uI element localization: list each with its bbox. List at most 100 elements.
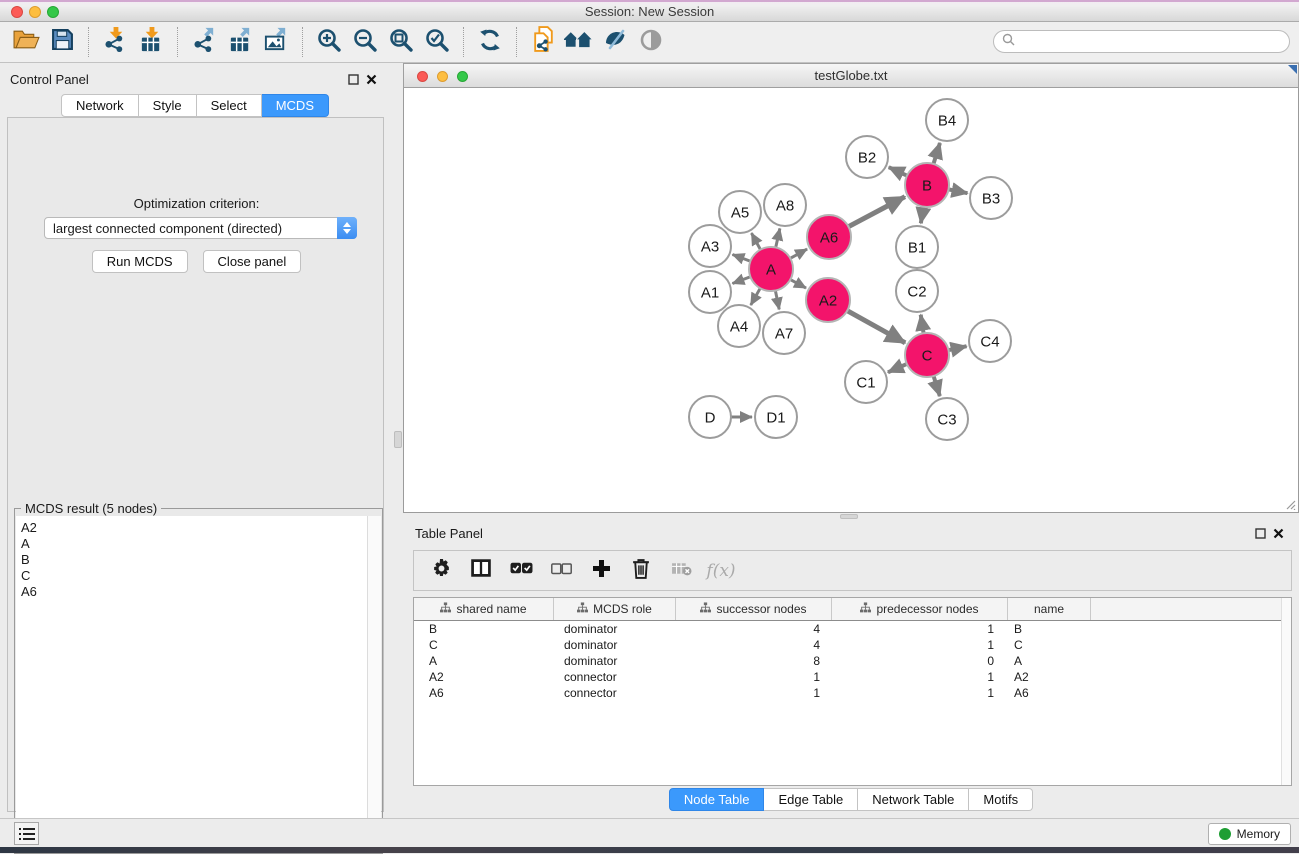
network-canvas[interactable]: B4B2BB3A8A5A6A3B1AC2A1A2A4A7C4CC1C3DD1 — [403, 88, 1299, 513]
refresh-button[interactable] — [472, 24, 508, 60]
table-row[interactable]: Adominator80A — [414, 653, 1291, 669]
edge-C-C4[interactable] — [948, 346, 966, 350]
tab-motifs[interactable]: Motifs — [969, 788, 1033, 811]
function-builder-button[interactable]: f(x) — [706, 556, 736, 586]
memory-button[interactable]: Memory — [1208, 823, 1291, 845]
export-image-button[interactable] — [258, 24, 294, 60]
delete-table-button[interactable] — [666, 556, 696, 586]
open-session-button[interactable] — [8, 24, 44, 60]
table-scrollbar[interactable] — [1281, 598, 1291, 785]
column-header-name[interactable]: name — [1008, 598, 1091, 620]
maximize-network-button[interactable] — [457, 71, 468, 82]
hide-details-button[interactable] — [597, 24, 633, 60]
node-table[interactable]: shared nameMCDS rolesuccessor nodesprede… — [413, 597, 1292, 786]
edge-B-B1[interactable] — [921, 207, 924, 224]
select-all-icon — [510, 562, 533, 580]
edge-B-B2[interactable] — [889, 167, 907, 176]
table-row[interactable]: A6connector11A6 — [414, 685, 1291, 701]
vertical-divider-grip[interactable] — [394, 431, 402, 448]
zoom-selected-button[interactable] — [419, 24, 455, 60]
table-row[interactable]: A2connector11A2 — [414, 669, 1291, 685]
show-columns-button[interactable] — [466, 556, 496, 586]
close-panel-button[interactable]: Close panel — [203, 250, 302, 273]
edge-A-A2[interactable] — [790, 280, 806, 289]
tab-mcds[interactable]: MCDS — [262, 94, 329, 117]
task-history-button[interactable] — [14, 822, 39, 845]
tab-node-table[interactable]: Node Table — [669, 788, 765, 811]
list-item[interactable]: A — [21, 536, 367, 552]
table-row[interactable]: Cdominator41C — [414, 637, 1291, 653]
minimize-window-button[interactable] — [29, 6, 41, 18]
edge-A-A4[interactable] — [751, 288, 760, 305]
column-header-predecessor-nodes[interactable]: predecessor nodes — [832, 598, 1008, 620]
zoom-out-button[interactable] — [347, 24, 383, 60]
table-settings-button[interactable] — [426, 556, 456, 586]
tab-select[interactable]: Select — [197, 94, 262, 117]
show-details-button[interactable] — [633, 24, 669, 60]
add-row-button[interactable] — [586, 556, 616, 586]
list-item[interactable]: C — [21, 568, 367, 584]
edge-C-C3[interactable] — [934, 376, 940, 396]
edge-A-A7[interactable] — [775, 291, 779, 310]
column-header-shared-name[interactable]: shared name — [414, 598, 554, 620]
edge-B-B3[interactable] — [949, 189, 968, 193]
edge-A-A3[interactable] — [732, 254, 750, 261]
close-table-panel-icon[interactable] — [1269, 524, 1287, 542]
delete-row-button[interactable] — [626, 556, 656, 586]
run-mcds-button[interactable]: Run MCDS — [92, 250, 188, 273]
hierarchy-icon — [860, 602, 871, 616]
float-panel-icon[interactable] — [344, 70, 362, 88]
search-input[interactable] — [1019, 32, 1289, 51]
network-window: testGlobe.txt B4B2BB3A8A5A6A3B1AC2A1A2A4… — [403, 63, 1299, 513]
network-window-titlebar[interactable]: testGlobe.txt — [403, 63, 1299, 88]
resize-grip-icon[interactable] — [1284, 498, 1296, 510]
clone-network-button[interactable] — [525, 24, 561, 60]
float-table-panel-icon[interactable] — [1251, 524, 1269, 542]
save-session-icon — [51, 28, 74, 56]
save-session-button[interactable] — [44, 24, 80, 60]
table-row[interactable]: Bdominator41B — [414, 621, 1291, 637]
select-all-button[interactable] — [506, 556, 536, 586]
edge-A-A6[interactable] — [790, 249, 807, 258]
import-network-button[interactable] — [97, 24, 133, 60]
import-table-button[interactable] — [133, 24, 169, 60]
home-button[interactable] — [561, 24, 597, 60]
export-network-button[interactable] — [186, 24, 222, 60]
list-scrollbar[interactable] — [367, 516, 381, 852]
edge-A-A5[interactable] — [751, 233, 760, 250]
maximize-window-button[interactable] — [47, 6, 59, 18]
zoom-fit-button[interactable] — [383, 24, 419, 60]
list-item[interactable]: A6 — [21, 584, 367, 600]
column-header-successor-nodes[interactable]: successor nodes — [676, 598, 832, 620]
edge-C-C1[interactable] — [888, 364, 907, 372]
list-item[interactable]: A2 — [21, 520, 367, 536]
network-graph[interactable]: B4B2BB3A8A5A6A3B1AC2A1A2A4A7C4CC1C3DD1 — [404, 88, 1298, 511]
search-field[interactable] — [993, 30, 1290, 53]
list-item[interactable]: B — [21, 552, 367, 568]
tab-edge-table[interactable]: Edge Table — [764, 788, 858, 811]
deselect-all-button[interactable] — [546, 556, 576, 586]
close-panel-icon[interactable] — [362, 70, 380, 88]
close-network-button[interactable] — [417, 71, 428, 82]
app-title: Session: New Session — [0, 2, 1299, 21]
export-table-button[interactable] — [222, 24, 258, 60]
close-window-button[interactable] — [11, 6, 23, 18]
edge-A-A1[interactable] — [732, 277, 750, 284]
edge-A-A8[interactable] — [776, 228, 780, 247]
tab-network[interactable]: Network — [61, 94, 139, 117]
tab-network-table[interactable]: Network Table — [858, 788, 969, 811]
criterion-dropdown[interactable]: largest connected component (directed) — [44, 217, 357, 239]
zoom-in-button[interactable] — [311, 24, 347, 60]
import-network-icon — [102, 26, 129, 58]
function-builder-icon: f(x) — [706, 561, 735, 581]
edge-A6-B[interactable] — [848, 197, 904, 227]
table-cell: connector — [554, 670, 676, 684]
tab-style[interactable]: Style — [139, 94, 197, 117]
minimize-network-button[interactable] — [437, 71, 448, 82]
column-header-mcds-role[interactable]: MCDS role — [554, 598, 676, 620]
table-tabs: Node TableEdge TableNetwork TableMotifs — [403, 788, 1299, 811]
edge-C-C2[interactable] — [921, 315, 924, 334]
edge-A2-C[interactable] — [847, 311, 905, 343]
edge-B-B4[interactable] — [933, 143, 939, 164]
horizontal-divider-grip[interactable] — [840, 514, 858, 519]
